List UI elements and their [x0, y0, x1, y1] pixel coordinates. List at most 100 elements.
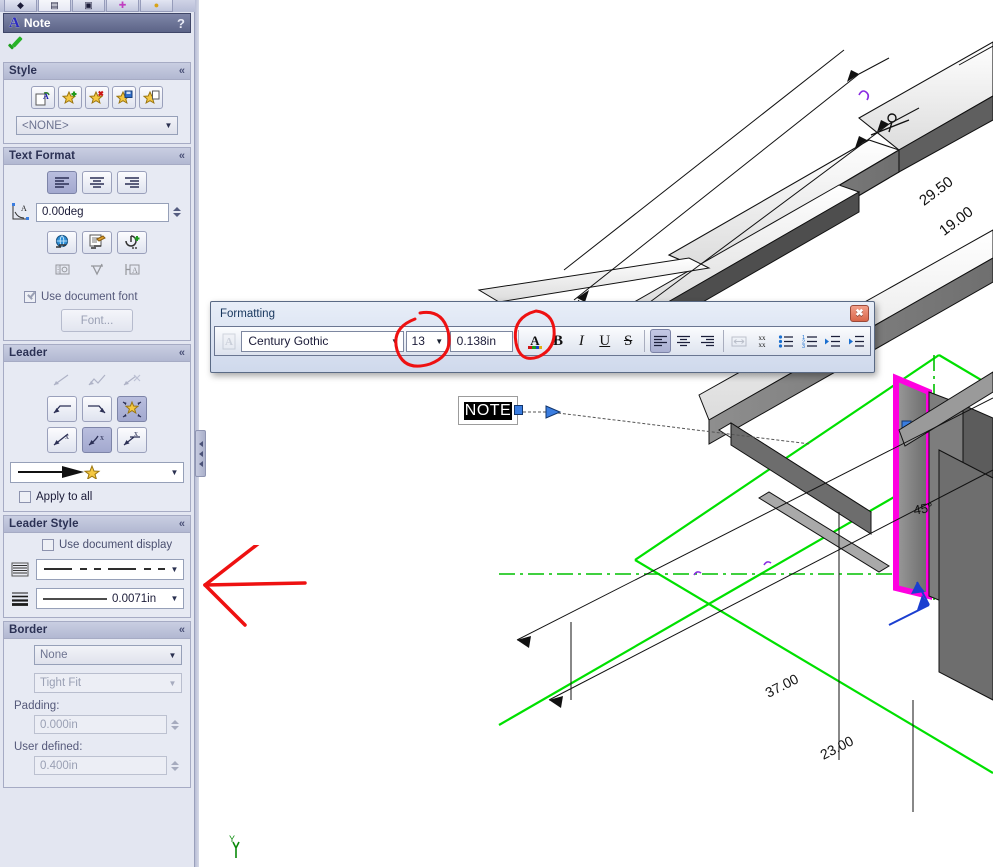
left-column[interactable] [938, 449, 993, 701]
text-angle-stepper[interactable] [170, 203, 184, 222]
no-style-button[interactable]: A [31, 86, 55, 109]
font-name-value[interactable]: Century Gothic [248, 334, 388, 348]
decrease-indent-button[interactable] [822, 329, 843, 353]
help-button[interactable]: ? [177, 16, 185, 31]
style-select[interactable]: <NONE> ▼ [16, 116, 178, 135]
align-left-button[interactable] [47, 171, 77, 194]
graphics-area[interactable]: 29.50 19.00 37.00 23.00 45° Y [199, 0, 993, 867]
text-format-group-header[interactable]: Text Format « [4, 148, 190, 165]
underline-button[interactable]: U [594, 329, 615, 353]
property-manager-icon: ▤ [50, 0, 59, 10]
strikethrough-button[interactable]: S [617, 329, 638, 353]
line-thickness-row: 0.0071in ▼ [10, 588, 184, 609]
line-style-select[interactable]: ▼ [36, 559, 184, 580]
feature-manager-tab[interactable]: ◆ [4, 0, 37, 12]
font-size-combo[interactable]: 13 ▼ [405, 330, 448, 352]
font-name-combo[interactable]: Century Gothic ▼ [241, 330, 404, 352]
text-style-icon: A [222, 333, 236, 349]
straight-leader-button[interactable]: x [47, 427, 77, 453]
page-title: Note [23, 16, 51, 30]
link-to-property-button[interactable] [82, 231, 112, 254]
display-manager-tab[interactable]: ● [140, 0, 173, 12]
stepper-up-icon[interactable] [173, 207, 181, 211]
insert-hyperlink-button[interactable] [47, 231, 77, 254]
border-shape-select[interactable]: None ▼ [34, 645, 182, 665]
dim-23-00[interactable]: 23.00 [817, 732, 856, 762]
axis-indicator: Y [229, 834, 240, 858]
note-annotation[interactable]: NOTE [458, 396, 518, 425]
leader-nearest-icon [122, 400, 142, 418]
selected-column[interactable] [893, 373, 932, 600]
dim-37-00[interactable]: 37.00 [762, 670, 801, 700]
checkbox-checked-icon[interactable] [24, 291, 36, 303]
chevron-down-icon[interactable]: ▼ [433, 337, 446, 346]
stepper-down-icon[interactable] [173, 213, 181, 217]
font-height-field[interactable]: 0.138in [449, 330, 514, 352]
leader-right-button[interactable] [82, 396, 112, 422]
text-angle-input[interactable]: 0.00deg [36, 202, 169, 222]
increase-indent-button[interactable] [846, 329, 867, 353]
numbered-list-button[interactable]: 123 [799, 329, 820, 353]
bullet-list-button[interactable] [776, 329, 797, 353]
save-style-button[interactable] [112, 86, 136, 109]
multi-jog-leader-icon [88, 374, 106, 385]
chevron-up-icon[interactable]: « [179, 347, 185, 359]
delete-style-button[interactable] [85, 86, 109, 109]
ok-checkmark-button[interactable] [7, 38, 25, 54]
top-beam[interactable] [667, 41, 993, 291]
underline-leader-button[interactable]: x [117, 427, 147, 453]
close-icon[interactable]: ✖ [850, 305, 869, 322]
leader-group-header[interactable]: Leader « [4, 345, 190, 362]
leader-style-group: Leader Style « Use document display ▼ 0.… [3, 515, 191, 618]
formatting-toolbar[interactable]: Formatting ✖ A Century Gothic ▼ 13 ▼ 0.1… [210, 301, 875, 373]
italic-button[interactable]: I [571, 329, 592, 353]
configuration-manager-tab[interactable]: ▣ [72, 0, 105, 12]
add-style-button[interactable] [58, 86, 82, 109]
bold-button[interactable]: B [547, 329, 568, 353]
note-attach-handle[interactable] [514, 405, 523, 415]
chevron-up-icon[interactable]: « [179, 518, 185, 530]
bent-leader-button[interactable]: x [82, 427, 112, 453]
chevron-up-icon[interactable]: « [179, 150, 185, 162]
chevron-right-icon [198, 460, 203, 467]
border-group-header[interactable]: Border « [4, 622, 190, 639]
text-angle-spinner[interactable]: 0.00deg [36, 202, 184, 222]
stack-text-button[interactable]: xx xx [752, 329, 773, 353]
leader-nearest-button[interactable] [117, 396, 147, 422]
checkbox-unchecked-icon[interactable] [19, 491, 31, 503]
property-manager-tab[interactable]: ▤ [38, 0, 71, 12]
model-view[interactable]: 29.50 19.00 37.00 23.00 45° Y [199, 0, 993, 867]
note-text[interactable]: NOTE [463, 401, 513, 420]
font-color-button[interactable]: A [524, 329, 545, 353]
star-load-icon [142, 90, 159, 104]
dim-29-50[interactable]: 29.50 [916, 173, 956, 209]
align-left-button[interactable] [649, 329, 672, 353]
leader-group: Leader « x x x ▼ Apply to all [3, 344, 191, 512]
chevron-down-icon[interactable]: ▼ [389, 337, 402, 346]
hyperlink-globe-icon [55, 234, 68, 248]
dim-19-00[interactable]: 19.00 [936, 203, 976, 239]
align-center-button[interactable] [673, 329, 694, 353]
chevron-up-icon[interactable]: « [179, 65, 185, 77]
use-document-font-checkbox[interactable]: Use document font [24, 291, 184, 303]
use-document-display-checkbox[interactable]: Use document display [42, 539, 184, 551]
apply-to-all-checkbox[interactable]: Apply to all [19, 491, 184, 503]
chevron-up-icon[interactable]: « [179, 624, 185, 636]
panel-splitter-handle[interactable] [195, 430, 206, 477]
style-group-header[interactable]: Style « [4, 63, 190, 80]
formatting-toolbar-controls[interactable]: A Century Gothic ▼ 13 ▼ 0.138in A B I U … [214, 326, 871, 356]
align-center-button[interactable] [82, 171, 112, 194]
add-symbol-button[interactable] [117, 231, 147, 254]
formatting-toolbar-titlebar[interactable]: Formatting ✖ [213, 304, 872, 323]
align-right-button[interactable] [117, 171, 147, 194]
insert-geometric-tolerance-button [47, 258, 77, 281]
align-right-button[interactable] [696, 329, 717, 353]
load-style-button[interactable] [139, 86, 163, 109]
line-thickness-select[interactable]: 0.0071in ▼ [36, 588, 184, 609]
font-size-value[interactable]: 13 [412, 334, 433, 348]
leader-style-group-header[interactable]: Leader Style « [4, 516, 190, 533]
checkbox-unchecked-icon[interactable] [42, 539, 54, 551]
leader-left-button[interactable] [47, 396, 77, 422]
dimxpert-manager-tab[interactable]: ✚ [106, 0, 139, 12]
arrow-style-select[interactable]: ▼ [10, 462, 184, 483]
